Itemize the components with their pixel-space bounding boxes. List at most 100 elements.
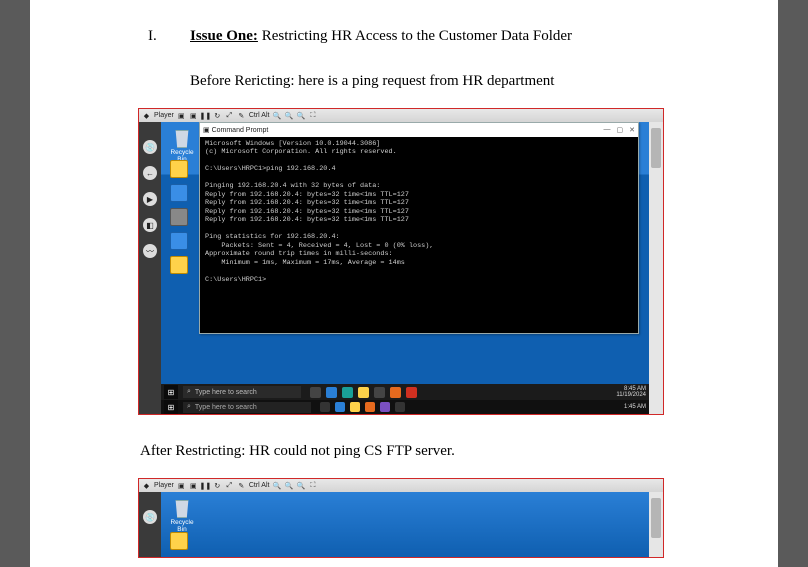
desktop-shortcut[interactable] <box>167 532 191 551</box>
vm-body: 💿 Recycle Bin <box>139 492 663 557</box>
recycle-bin-icon <box>174 500 190 518</box>
side-nav-icon[interactable]: 💿 <box>143 510 157 524</box>
desktop-shortcut[interactable] <box>167 256 191 275</box>
host-task-icons <box>320 402 405 412</box>
guest-search-placeholder: Type here to search <box>195 389 257 396</box>
host-time: 1:45 AM <box>624 404 646 410</box>
host-search-box[interactable]: ⌕ Type here to search <box>183 402 311 413</box>
guest-search-box[interactable]: ⌕ Type here to search <box>183 386 301 398</box>
toolbar-icon[interactable]: ▣ <box>189 111 198 120</box>
recycle-bin-icon <box>174 130 190 148</box>
vm-logo-icon: ◆ <box>142 111 151 120</box>
recycle-bin-label: Recycle Bin <box>170 519 193 533</box>
vm-toolbar: ◆ Player ▣ ▣ ❚❚ ↻ ⤢ ✎ Ctrl Alt 🔍 🔍 🔍 ⛶ <box>139 109 663 122</box>
ctrl-alt-label[interactable]: Ctrl Alt <box>249 482 270 489</box>
recycle-bin[interactable]: Recycle Bin <box>167 500 197 533</box>
taskbar-app-icon[interactable] <box>358 387 369 398</box>
toolbar-icon[interactable]: ▣ <box>177 111 186 120</box>
taskbar-app-icon[interactable] <box>395 402 405 412</box>
guest-desktop[interactable]: Recycle Bin <box>161 492 649 557</box>
toolbar-icon[interactable]: ⤢ <box>225 481 234 490</box>
taskbar-app-icon[interactable] <box>326 387 337 398</box>
desktop-shortcut[interactable] <box>167 232 191 251</box>
minimize-button[interactable]: — <box>604 126 611 134</box>
taskbar-app-icon[interactable] <box>335 402 345 412</box>
list-roman-numeral: I. <box>148 28 162 45</box>
fullscreen-icon[interactable]: ⛶ <box>308 481 317 490</box>
guest-date: 11/19/2024 <box>616 392 646 398</box>
side-nav-icon[interactable]: 〰 <box>143 244 157 258</box>
taskbar-app-icon[interactable] <box>406 387 417 398</box>
taskbar-app-icon[interactable] <box>320 402 330 412</box>
vm-side-panel: 💿 ← ▶ ◧ 〰 <box>139 122 161 414</box>
desktop-shortcut[interactable] <box>167 160 191 179</box>
vm-body: 💿 ← ▶ ◧ 〰 Recycle Bin ▣ Co <box>139 122 663 414</box>
zoom-out-icon[interactable]: 🔍 <box>272 481 281 490</box>
zoom-in-icon[interactable]: 🔍 <box>284 481 293 490</box>
toolbar-icon[interactable]: ❚❚ <box>201 481 210 490</box>
vm-side-panel: 💿 <box>139 492 161 557</box>
desktop-shortcut[interactable] <box>167 208 191 227</box>
vm-logo-icon: ◆ <box>142 481 151 490</box>
vm-player-label: Player <box>154 482 174 489</box>
desktop-shortcut[interactable] <box>167 184 191 203</box>
toolbar-icon[interactable]: ⤢ <box>225 111 234 120</box>
taskbar-app-icon[interactable] <box>310 387 321 398</box>
host-start-button[interactable]: ⊞ <box>164 400 178 414</box>
command-prompt-window[interactable]: ▣ Command Prompt — ▢ ✕ Microsoft Windows… <box>199 122 639 334</box>
toolbar-icon[interactable]: ✎ <box>237 111 246 120</box>
search-icon: ⌕ <box>187 403 191 411</box>
taskbar-app-icon[interactable] <box>350 402 360 412</box>
cmd-title-text: ▣ Command Prompt <box>203 126 268 134</box>
zoom-in-icon[interactable]: 🔍 <box>284 111 293 120</box>
start-button[interactable]: ⊞ <box>164 385 178 399</box>
toolbar-icon[interactable]: 🔍 <box>296 111 305 120</box>
guest-clock[interactable]: 8:45 AM 11/19/2024 <box>616 386 646 399</box>
scrollbar-thumb[interactable] <box>651 498 661 538</box>
side-nav-icon[interactable]: ▶ <box>143 192 157 206</box>
taskbar-app-icon[interactable] <box>342 387 353 398</box>
issue-title: Issue One: <box>190 28 258 44</box>
close-button[interactable]: ✕ <box>629 126 635 134</box>
host-search-placeholder: Type here to search <box>195 404 257 411</box>
host-clock[interactable]: 1:45 AM <box>624 404 646 410</box>
vm-toolbar: ◆ Player ▣ ▣ ❚❚ ↻ ⤢ ✎ Ctrl Alt 🔍 🔍 🔍 ⛶ <box>139 479 663 492</box>
issue-heading: Issue One: Restricting HR Access to the … <box>190 28 572 45</box>
taskbar-app-icon[interactable] <box>374 387 385 398</box>
ctrl-alt-label[interactable]: Ctrl Alt <box>249 112 270 119</box>
search-icon: ⌕ <box>187 388 191 396</box>
vm-scrollbar[interactable] <box>649 122 663 414</box>
cmd-output[interactable]: Microsoft Windows [Version 10.0.19044.30… <box>200 137 638 333</box>
side-nav-icon[interactable]: ◧ <box>143 218 157 232</box>
guest-taskbar[interactable]: ⊞ ⌕ Type here to search <box>161 384 649 400</box>
vm-player-label: Player <box>154 112 174 119</box>
toolbar-icon[interactable]: 🔍 <box>296 481 305 490</box>
taskbar-app-icon[interactable] <box>380 402 390 412</box>
scrollbar-thumb[interactable] <box>651 128 661 168</box>
taskbar-app-icon[interactable] <box>390 387 401 398</box>
guest-desktop[interactable]: Recycle Bin ▣ Command Prompt — ▢ ✕ <box>161 122 649 414</box>
toolbar-icon[interactable]: ▣ <box>189 481 198 490</box>
toolbar-icon[interactable]: ↻ <box>213 481 222 490</box>
toolbar-icon[interactable]: ↻ <box>213 111 222 120</box>
zoom-out-icon[interactable]: 🔍 <box>272 111 281 120</box>
recycle-bin[interactable]: Recycle Bin <box>167 130 197 163</box>
after-caption: After Restricting: HR could not ping CS … <box>140 443 738 460</box>
fullscreen-icon[interactable]: ⛶ <box>308 111 317 120</box>
host-taskbar[interactable]: ⊞ ⌕ Type here to search 1:45 AM <box>161 400 649 414</box>
guest-task-icons <box>310 387 417 398</box>
document-page: I. Issue One: Restricting HR Access to t… <box>30 0 778 567</box>
toolbar-icon[interactable]: ▣ <box>177 481 186 490</box>
toolbar-icon[interactable]: ❚❚ <box>201 111 210 120</box>
maximize-button[interactable]: ▢ <box>617 126 624 134</box>
screenshot-before: ◆ Player ▣ ▣ ❚❚ ↻ ⤢ ✎ Ctrl Alt 🔍 🔍 🔍 ⛶ 💿… <box>138 108 664 415</box>
before-caption: Before Rericting: here is a ping request… <box>190 73 738 90</box>
issue-subtitle: Restricting HR Access to the Customer Da… <box>258 28 572 44</box>
side-nav-icon[interactable]: 💿 <box>143 140 157 154</box>
toolbar-icon[interactable]: ✎ <box>237 481 246 490</box>
guest-time: 8:45 AM <box>624 386 646 392</box>
cmd-titlebar[interactable]: ▣ Command Prompt — ▢ ✕ <box>200 123 638 137</box>
taskbar-app-icon[interactable] <box>365 402 375 412</box>
vm-scrollbar[interactable] <box>649 492 663 557</box>
side-nav-icon[interactable]: ← <box>143 166 157 180</box>
